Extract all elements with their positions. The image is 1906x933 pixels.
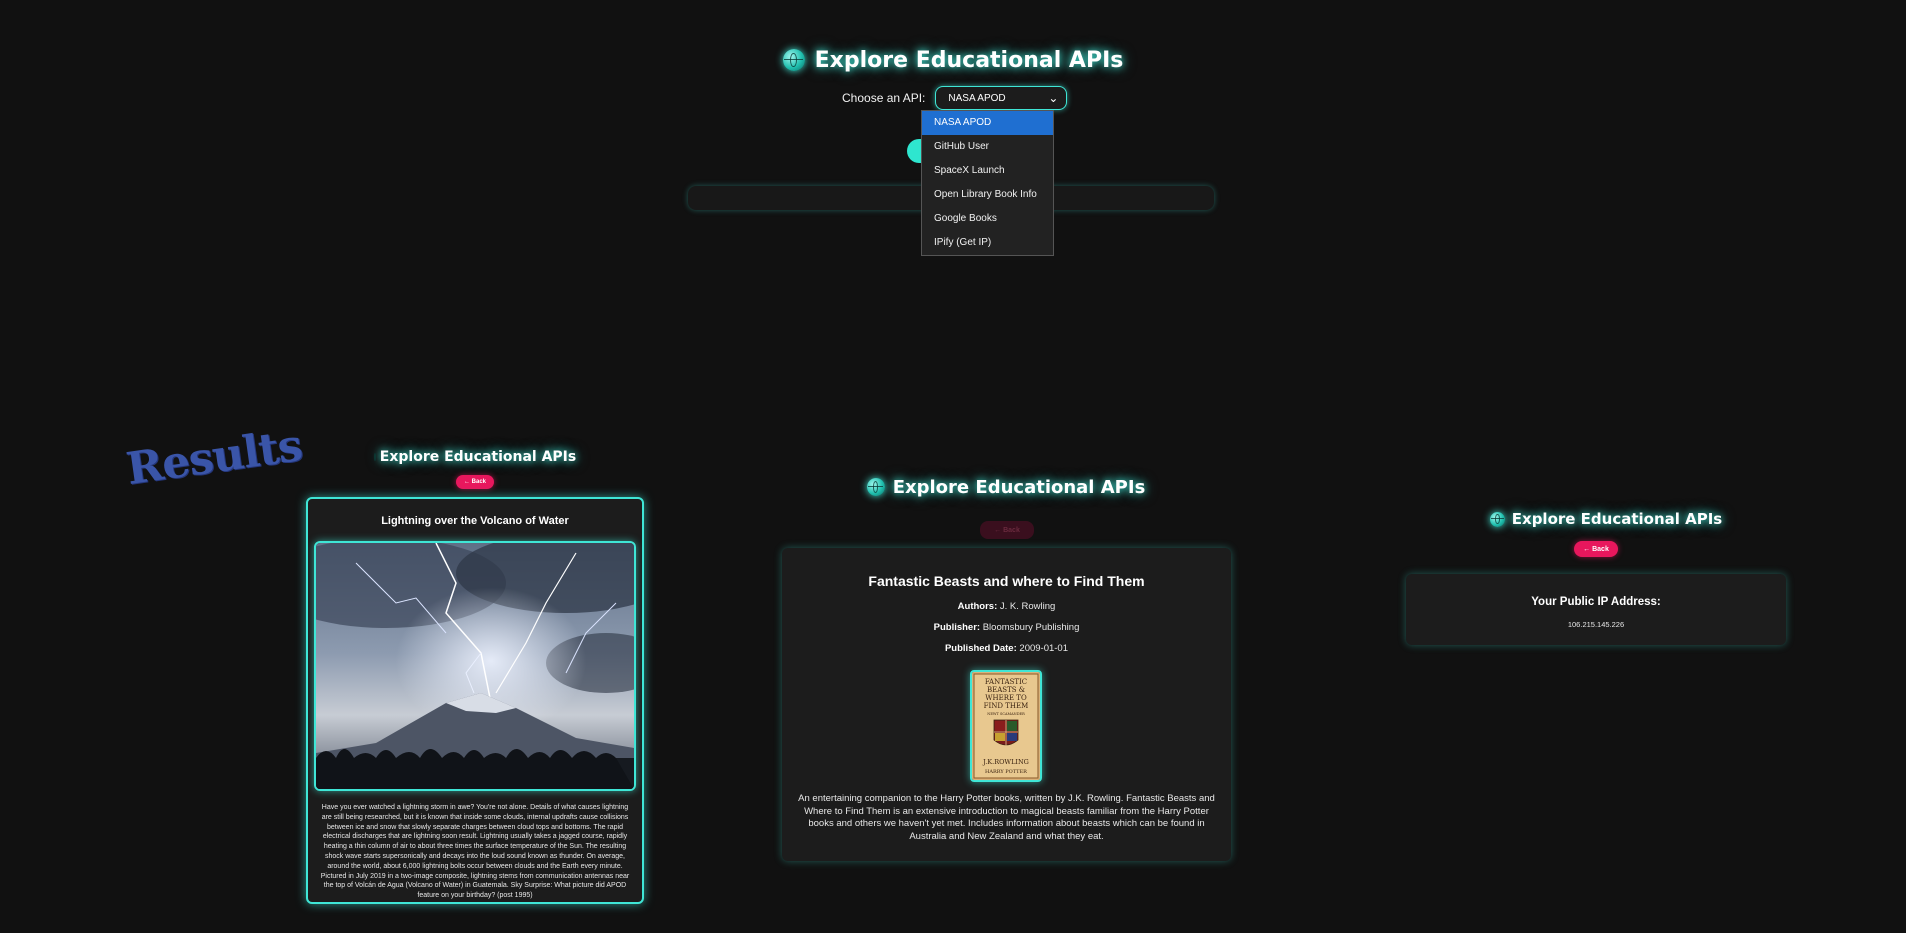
choose-label: Choose an API: (842, 91, 926, 105)
book-published-date: Published Date: 2009-01-01 (782, 643, 1231, 654)
book-cover-art: FANTASTIC BEASTS & WHERE TO FIND THEM NE… (972, 672, 1040, 780)
apod-title: Lightning over the Volcano of Water (381, 515, 569, 527)
api-option[interactable]: NASA APOD (922, 111, 1053, 135)
api-dropdown-menu: NASA APOD GitHub User SpaceX Launch Open… (921, 110, 1054, 256)
svg-text:NEWT SCAMANDER: NEWT SCAMANDER (987, 712, 1025, 716)
svg-text:FANTASTIC: FANTASTIC (985, 678, 1027, 686)
book-publisher: Publisher: Bloomsbury Publishing (782, 622, 1231, 633)
published-label: Published Date: (944, 643, 1017, 654)
books-panel-title: Explore Educational APIs (866, 474, 1146, 500)
results-heading: Results (123, 419, 305, 496)
svg-text:HARRY POTTER: HARRY POTTER (985, 769, 1027, 775)
api-option[interactable]: Google Books (922, 207, 1053, 231)
authors-value: J. K. Rowling (999, 601, 1056, 612)
svg-text:WHERE TO: WHERE TO (985, 694, 1027, 702)
chevron-down-icon: ⌄ (1048, 91, 1059, 105)
ip-title: Your Public IP Address: (1531, 596, 1661, 608)
published-value: 2009-01-01 (1019, 643, 1069, 654)
nasa-apod-card: Lightning over the Volcano of Water Have… (306, 497, 644, 904)
book-cover-image: FANTASTIC BEASTS & WHERE TO FIND THEM NE… (970, 670, 1042, 782)
nasa-panel-title: Explore Educational APIs (373, 447, 577, 467)
book-description: An entertaining companion to the Harry P… (798, 793, 1215, 842)
globe-icon (866, 478, 885, 496)
ip-panel-title: Explore Educational APIs (1486, 508, 1726, 530)
publisher-value: Bloomsbury Publishing (982, 622, 1080, 633)
publisher-label: Publisher: (933, 622, 981, 633)
ip-card: Your Public IP Address: 106.215.145.226 (1406, 574, 1786, 645)
ip-panel-title-text: Explore Educational APIs (1511, 510, 1723, 528)
api-option[interactable]: GitHub User (922, 135, 1053, 159)
api-option[interactable]: IPify (Get IP) (922, 231, 1053, 255)
svg-text:FIND THEM: FIND THEM (984, 702, 1029, 710)
back-button[interactable]: ← Back (980, 521, 1034, 539)
books-panel-title-text: Explore Educational APIs (892, 476, 1146, 498)
back-button[interactable]: ← Back (456, 475, 494, 489)
back-button[interactable]: ← Back (1574, 541, 1618, 557)
api-chooser: Choose an API: NASA APOD ⌄ (842, 86, 1068, 110)
apod-explanation: Have you ever watched a lightning storm … (320, 804, 630, 900)
nasa-panel-title-text: Explore Educational APIs (379, 449, 577, 465)
svg-text:J.K.ROWLING: J.K.ROWLING (982, 758, 1029, 766)
lightning-volcano-photo (316, 543, 634, 789)
api-select[interactable]: NASA APOD ⌄ (935, 86, 1068, 110)
globe-icon (1489, 511, 1505, 527)
globe-icon (782, 49, 805, 71)
ip-value: 106.215.145.226 (1567, 620, 1625, 629)
page: Explore Educational APIs Choose an API: … (0, 0, 1906, 933)
authors-label: Authors: (957, 601, 998, 612)
main-title-text: Explore Educational APIs (814, 47, 1124, 73)
api-option[interactable]: Open Library Book Info (922, 183, 1053, 207)
book-authors: Authors: J. K. Rowling (782, 601, 1231, 612)
book-title: Fantastic Beasts and where to Find Them (868, 573, 1145, 589)
book-info-card: Fantastic Beasts and where to Find Them … (782, 548, 1231, 861)
apod-image (314, 541, 636, 791)
main-title: Explore Educational APIs (753, 44, 1153, 76)
api-option[interactable]: SpaceX Launch (922, 159, 1053, 183)
svg-text:BEASTS &: BEASTS & (987, 686, 1025, 694)
api-select-value: NASA APOD (948, 92, 1006, 104)
